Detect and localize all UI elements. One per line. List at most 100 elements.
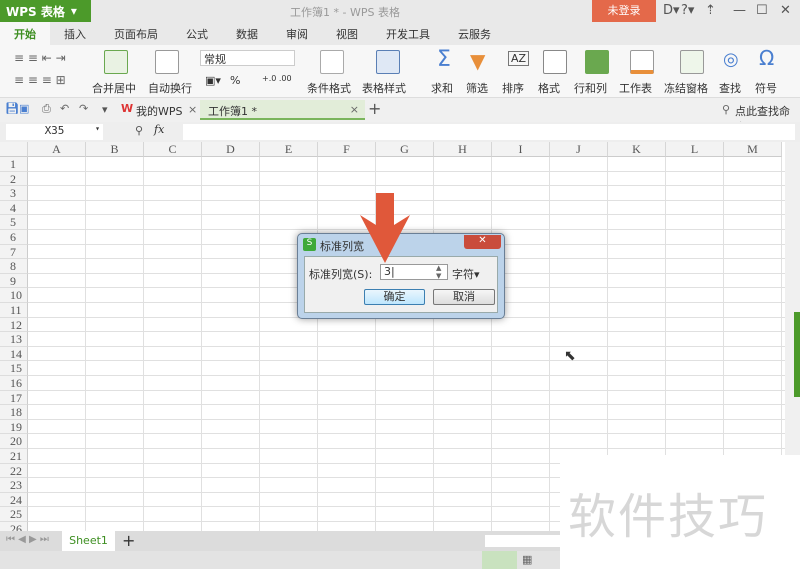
row-header[interactable]: 5 [0, 215, 28, 230]
column-header[interactable]: G [376, 142, 434, 157]
login-button[interactable]: 未登录 [592, 0, 656, 22]
merge-center-button[interactable]: 合并居中 [92, 80, 136, 96]
formula-input[interactable] [183, 124, 795, 140]
row-header[interactable]: 9 [0, 273, 28, 289]
row-header[interactable]: 13 [0, 332, 28, 347]
column-header[interactable]: K [608, 142, 666, 157]
row-header[interactable]: 11 [0, 303, 28, 318]
tab-cloud[interactable]: 云服务 [444, 22, 505, 45]
row-header[interactable]: 12 [0, 317, 28, 333]
align-icons[interactable]: ≡ ≡ ⇤ ⇥ [14, 51, 66, 65]
decimal-icons[interactable]: +.0 .00 [262, 74, 292, 83]
wps-menu-button[interactable]: WPS 表格 ▾ [0, 0, 91, 22]
column-header[interactable]: M [724, 142, 782, 157]
tab-page-layout[interactable]: 页面布局 [100, 22, 172, 45]
worksheet-button[interactable]: 工作表 [619, 80, 652, 96]
page-break-view-button[interactable]: ▦ [522, 553, 532, 566]
save-icon[interactable]: 💾︎▣ [5, 102, 29, 115]
row-col-button[interactable]: 行和列 [574, 80, 607, 96]
column-header[interactable]: I [492, 142, 550, 157]
column-header[interactable]: J [550, 142, 608, 157]
column-header[interactable]: A [28, 142, 86, 157]
sheet-nav-icons[interactable]: ⏮ ◀ ▶ ⏭ [6, 534, 49, 545]
redo-icon[interactable]: ↷ [79, 102, 88, 115]
align-icons-2[interactable]: ≡ ≡ ≡ ⊞ [14, 73, 66, 87]
tab-my-wps[interactable]: 我的WPS [136, 103, 183, 119]
help-icon[interactable]: ?▾ [681, 3, 694, 18]
find-button[interactable]: 查找 [719, 80, 741, 96]
currency-icon[interactable]: ▣▾ [205, 74, 221, 87]
ok-button[interactable]: 确定 [364, 289, 425, 305]
row-header[interactable]: 18 [0, 405, 28, 420]
row-header[interactable]: 7 [0, 244, 28, 260]
row-header[interactable]: 20 [0, 434, 28, 449]
sum-button[interactable]: 求和 [431, 80, 453, 96]
new-tab-button[interactable]: + [368, 99, 381, 118]
column-header[interactable]: C [144, 142, 202, 157]
percent-button[interactable]: % [230, 74, 240, 87]
spinner[interactable]: ▲ ▼ [436, 264, 441, 280]
tab-developer[interactable]: 开发工具 [372, 22, 444, 45]
skin-icon[interactable]: D▾ [663, 3, 680, 18]
row-header[interactable]: 3 [0, 186, 28, 201]
row-header[interactable]: 21 [0, 449, 28, 464]
name-box[interactable]: X35 ▾ [6, 124, 103, 140]
table-style-button[interactable]: 表格样式 [362, 80, 406, 96]
dialog-close-button[interactable]: ✕ [464, 235, 501, 249]
row-header[interactable]: 16 [0, 376, 28, 391]
add-sheet-button[interactable]: + [122, 531, 135, 550]
dropdown-icon[interactable]: ▾ [102, 103, 108, 116]
row-header[interactable]: 23 [0, 478, 28, 493]
normal-view-button[interactable] [482, 551, 517, 569]
row-header[interactable]: 17 [0, 390, 28, 406]
tab-data[interactable]: 数据 [222, 22, 272, 45]
row-header[interactable]: 10 [0, 288, 28, 303]
minimize-button[interactable]: — [733, 3, 746, 18]
maximize-button[interactable]: ☐ [756, 3, 768, 18]
row-header[interactable]: 26 [0, 522, 28, 531]
column-header[interactable]: L [666, 142, 724, 157]
undo-icon[interactable]: ↶ [60, 102, 69, 115]
column-header[interactable]: E [260, 142, 318, 157]
sort-button[interactable]: 排序 [502, 80, 524, 96]
tab-insert[interactable]: 插入 [50, 22, 100, 45]
cond-format-button[interactable]: 条件格式 [307, 80, 351, 96]
tab-workbook[interactable]: 工作簿1 * × [200, 100, 365, 120]
select-all-corner[interactable] [0, 142, 28, 157]
number-format-select[interactable]: 常规 [200, 50, 295, 66]
symbol-button[interactable]: 符号 [755, 80, 777, 96]
column-header[interactable]: B [86, 142, 144, 157]
tab-home[interactable]: 开始 [0, 22, 50, 45]
column-header[interactable]: D [202, 142, 260, 157]
close-tab-icon[interactable]: × [188, 103, 197, 116]
tab-view[interactable]: 视图 [322, 22, 372, 45]
row-header[interactable]: 24 [0, 492, 28, 508]
row-header[interactable]: 2 [0, 171, 28, 187]
upload-icon[interactable]: ⇡ [705, 3, 716, 18]
cancel-button[interactable]: 取消 [433, 289, 495, 305]
row-header[interactable]: 15 [0, 361, 28, 376]
row-header[interactable]: 4 [0, 200, 28, 216]
row-header[interactable]: 22 [0, 463, 28, 479]
row-header[interactable]: 19 [0, 419, 28, 435]
row-header[interactable]: 8 [0, 259, 28, 274]
zoom-icon[interactable]: ⚲ [135, 124, 143, 137]
wrap-text-button[interactable]: 自动换行 [148, 80, 192, 96]
row-header[interactable]: 6 [0, 230, 28, 245]
filter-button[interactable]: 筛选 [466, 80, 488, 96]
sheet-tab[interactable]: Sheet1 [62, 531, 115, 551]
tab-review[interactable]: 审阅 [272, 22, 322, 45]
row-header[interactable]: 25 [0, 507, 28, 522]
row-header[interactable]: 1 [0, 157, 28, 172]
close-tab-icon[interactable]: × [350, 103, 359, 116]
row-header[interactable]: 14 [0, 346, 28, 362]
freeze-panes-button[interactable]: 冻结窗格 [664, 80, 708, 96]
column-header[interactable]: F [318, 142, 376, 157]
column-header[interactable]: H [434, 142, 492, 157]
preview-icon[interactable]: ⎙ [42, 102, 51, 116]
tab-formula[interactable]: 公式 [172, 22, 222, 45]
fx-button[interactable]: fx [154, 123, 164, 136]
format-button[interactable]: 格式 [538, 80, 560, 96]
horizontal-scrollbar[interactable] [485, 535, 560, 547]
unit-dropdown[interactable]: 字符▾ [452, 266, 480, 282]
